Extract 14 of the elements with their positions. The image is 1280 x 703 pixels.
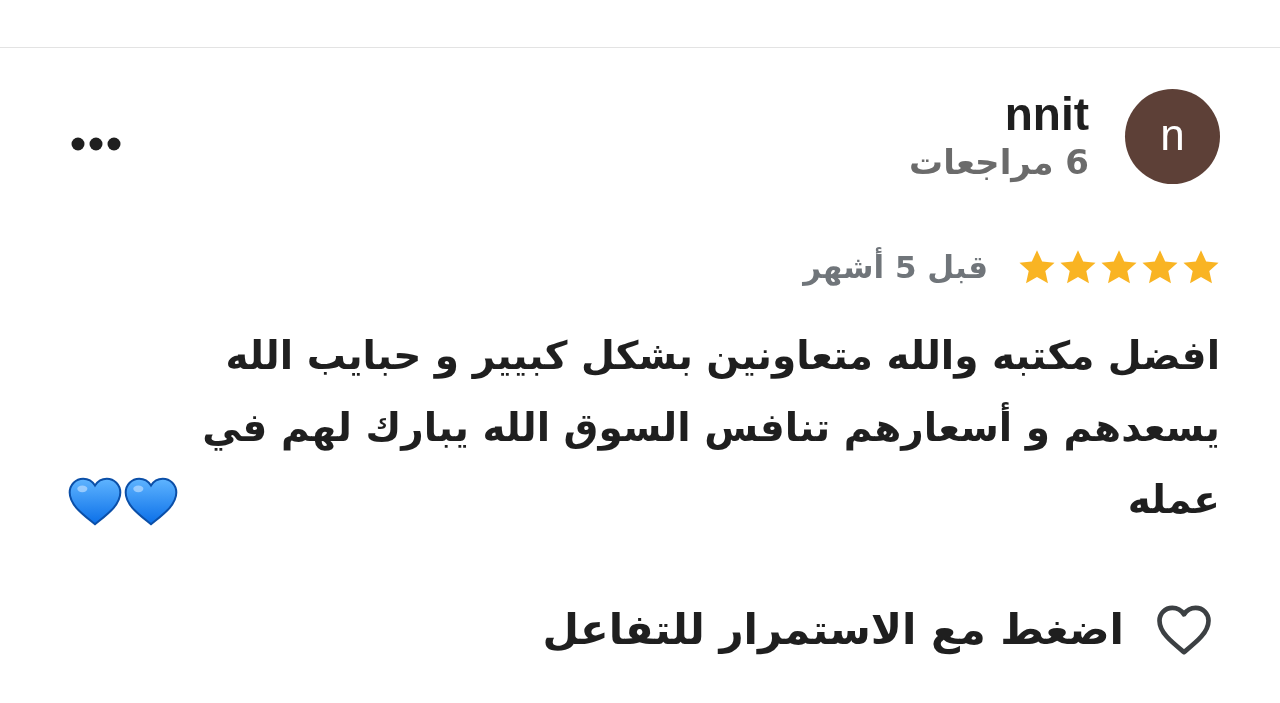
star-icon bbox=[1141, 249, 1179, 285]
avatar: n bbox=[1125, 88, 1220, 184]
reviewer-name[interactable]: nnit bbox=[1004, 88, 1089, 140]
star-icon bbox=[1182, 249, 1220, 285]
review-count: 6 مراجعات bbox=[909, 141, 1089, 184]
review-text: افضل مكتبه والله متعاونين بشكل كبيير و حبايب الله يسعدهم و أسعارهم تنافس السوق الله يبارك لهم في عمله bbox=[201, 332, 1220, 524]
star-icon bbox=[1059, 249, 1097, 285]
react-button[interactable]: اضغط مع الاستمرار للتفاعل bbox=[542, 602, 1212, 658]
star-icon bbox=[1100, 249, 1138, 285]
more-icon bbox=[71, 137, 121, 151]
heart-emoji-icon bbox=[124, 477, 178, 526]
review-time: قبل 5 أشهر bbox=[803, 247, 988, 287]
star-icon bbox=[1018, 249, 1056, 285]
heart-emoji-icon bbox=[68, 477, 122, 526]
